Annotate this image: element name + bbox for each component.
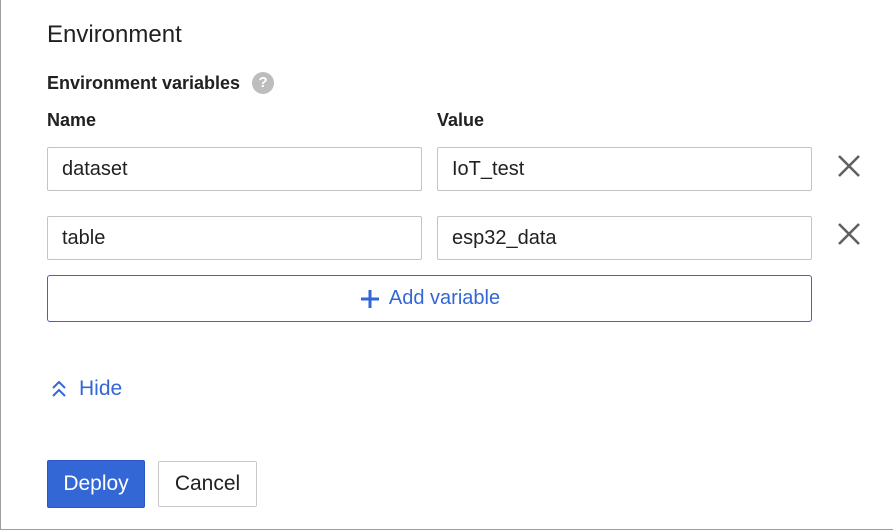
add-variable-button[interactable]: Add variable — [47, 275, 812, 322]
env-var-name-input[interactable] — [47, 147, 422, 191]
environment-panel: Environment Environment variables ? Name… — [0, 0, 893, 530]
value-column-label: Value — [437, 110, 485, 130]
env-vars-title: Environment variables — [47, 73, 241, 93]
chevron-double-up-icon — [51, 380, 67, 398]
hide-label: Hide — [79, 377, 123, 400]
close-icon — [834, 219, 864, 249]
cancel-button[interactable]: Cancel — [158, 461, 257, 507]
env-vars-heading: Environment variables ? — [47, 70, 275, 96]
env-var-value-input[interactable] — [437, 216, 812, 260]
plus-icon — [359, 288, 381, 310]
name-column-label: Name — [47, 110, 97, 130]
hide-toggle[interactable]: Hide — [51, 377, 122, 401]
add-variable-label: Add variable — [388, 287, 501, 309]
remove-variable-button[interactable] — [834, 151, 864, 181]
close-icon — [834, 151, 864, 181]
help-icon[interactable]: ? — [252, 72, 275, 94]
remove-variable-button[interactable] — [834, 219, 864, 249]
deploy-button[interactable]: Deploy — [47, 460, 145, 508]
env-var-value-input[interactable] — [437, 147, 812, 191]
env-var-name-input[interactable] — [47, 216, 422, 260]
section-title: Environment — [47, 21, 182, 48]
